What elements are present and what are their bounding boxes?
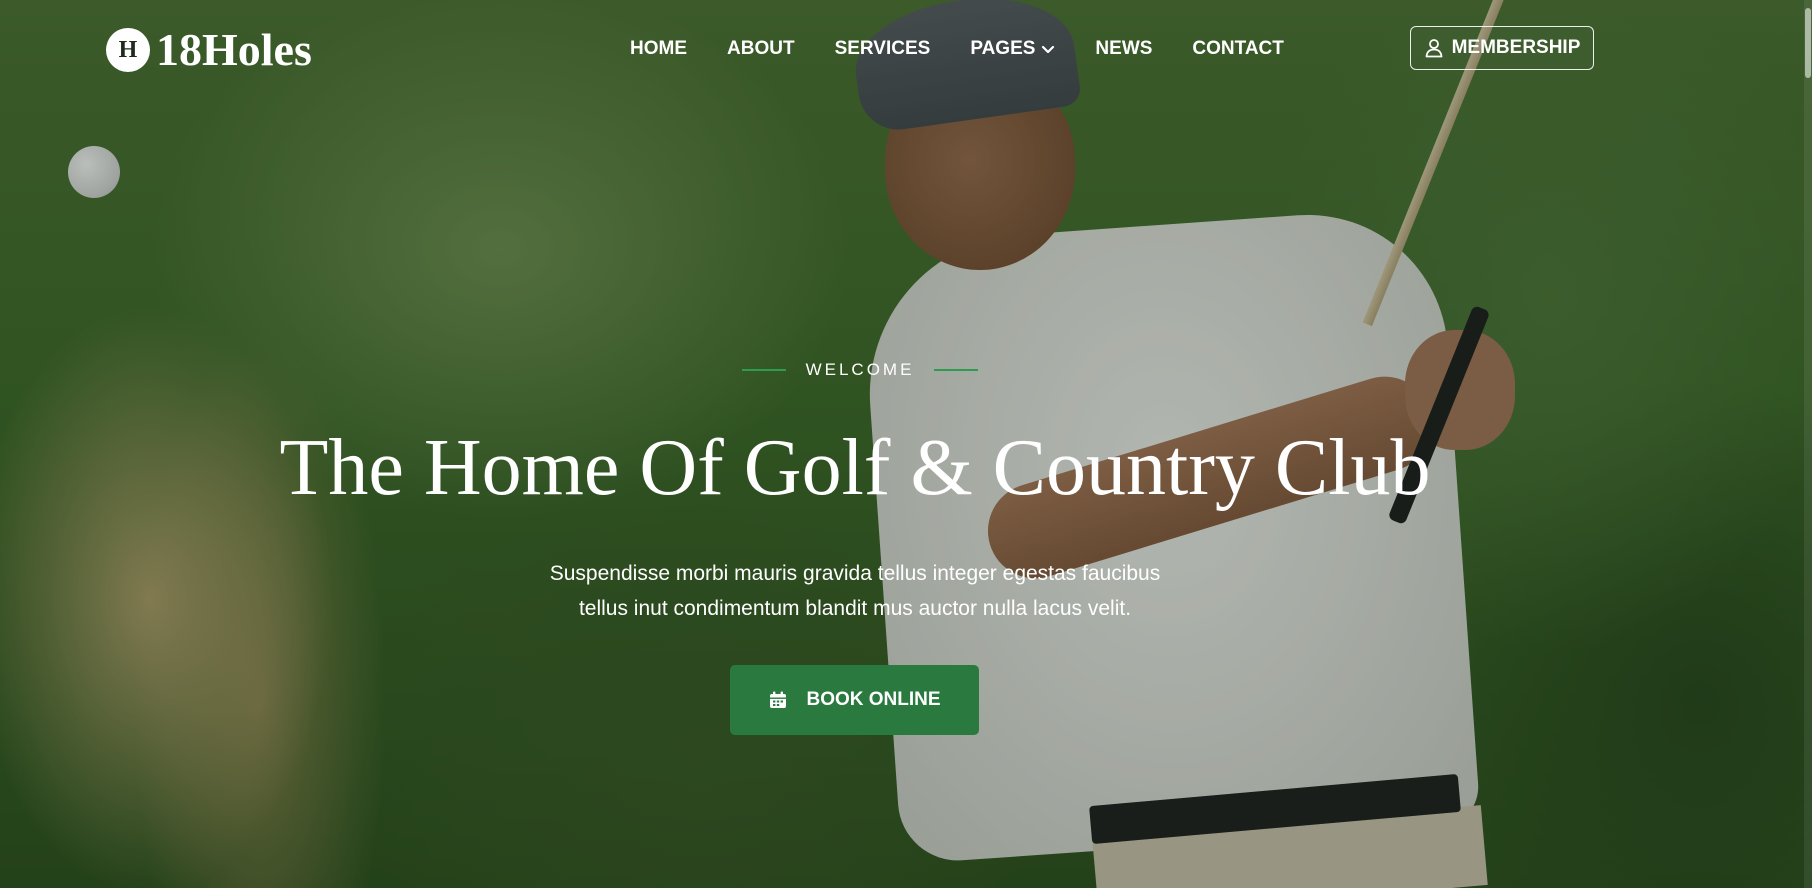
- hero-content: WELCOME The Home Of Golf & Country Club …: [0, 0, 1812, 888]
- page-viewport: H 18Holes HOME ABOUT SERVICES PAGES NEWS: [0, 0, 1812, 888]
- hero-eyebrow-text: WELCOME: [805, 360, 915, 379]
- hero-title: The Home Of Golf & Country Club: [279, 424, 1431, 512]
- page-scrollbar[interactable]: [1804, 0, 1812, 888]
- calendar-icon: [770, 691, 787, 708]
- hero-eyebrow: WELCOME: [730, 360, 990, 380]
- hero-subtitle-line-2: tellus inut condimentum blandit mus auct…: [578, 597, 1132, 620]
- eyebrow-divider-left: [741, 369, 786, 371]
- hero-subtitle: Suspendisse morbi mauris gravida tellus …: [480, 556, 1230, 626]
- hero-subtitle-line-1: Suspendisse morbi mauris gravida tellus …: [549, 562, 1161, 585]
- book-online-button-label: BOOK ONLINE: [806, 689, 941, 710]
- book-online-button[interactable]: BOOK ONLINE: [730, 665, 979, 735]
- eyebrow-divider-right: [934, 369, 979, 371]
- scrollbar-thumb[interactable]: [1805, 8, 1811, 78]
